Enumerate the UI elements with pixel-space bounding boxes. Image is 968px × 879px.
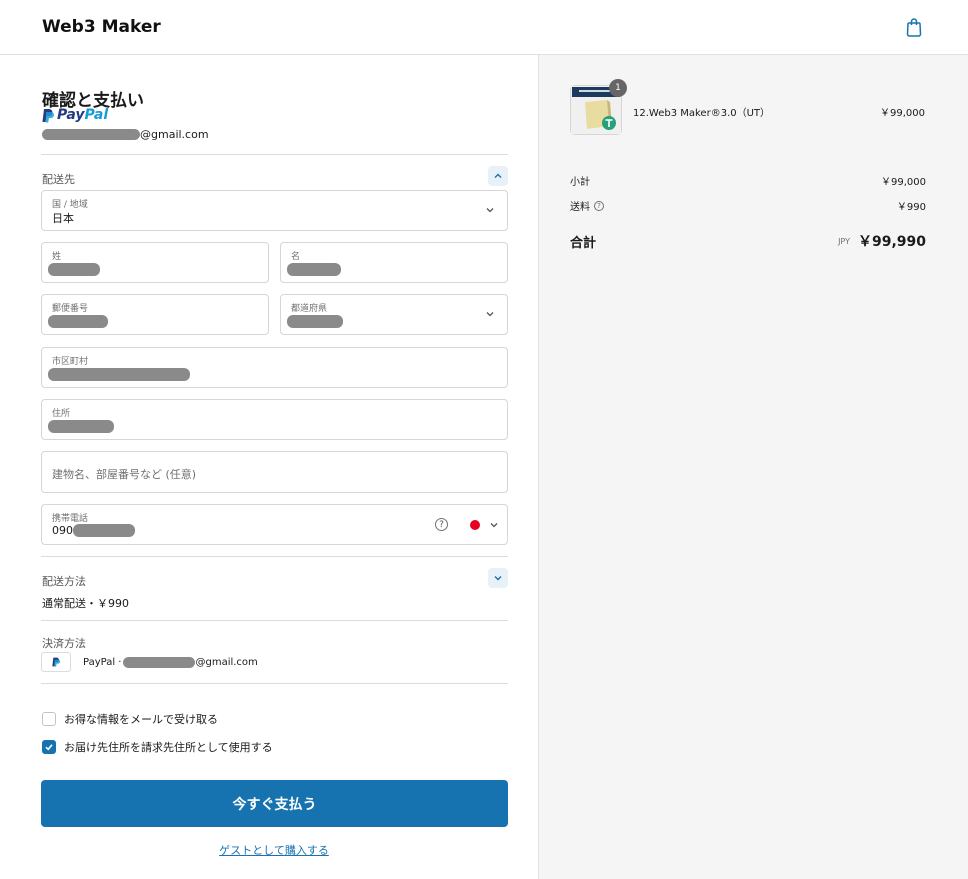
city-field[interactable]: 市区町村 <box>41 347 508 388</box>
shipping-section-label: 配送先 <box>42 173 75 186</box>
last-name-value <box>48 262 100 276</box>
billing-same-label: お届け先住所を請求先住所として使用する <box>64 741 273 754</box>
prefecture-select[interactable]: 都道府県 <box>280 294 508 335</box>
redacted-text <box>72 524 135 537</box>
chevron-down-icon[interactable] <box>489 520 499 530</box>
email-domain: @gmail.com <box>140 128 209 141</box>
delivery-section-label: 配送方法 <box>42 575 86 588</box>
paypal-logo: PayPal <box>42 106 108 124</box>
address-value <box>48 419 114 433</box>
delivery-expand-button[interactable] <box>488 568 508 588</box>
quantity-badge: 1 <box>609 79 627 97</box>
payment-email-domain: @gmail.com <box>195 656 258 668</box>
redacted-text <box>48 368 190 381</box>
order-summary: 1 12.Web3 Maker®3.0（UT） ￥99,000 小計 ￥99,0… <box>538 55 968 879</box>
store-brand[interactable]: Web3 Maker <box>42 17 161 37</box>
payment-section-label: 決済方法 <box>42 637 86 650</box>
city-value <box>48 367 190 381</box>
product-price: ￥99,000 <box>880 108 925 119</box>
billing-same-checkbox[interactable] <box>42 740 56 754</box>
building-field[interactable]: 建物名、部屋番号など (任意) <box>41 451 508 493</box>
header: Web3 Maker <box>0 0 968 55</box>
phone-label: 携帯電話 <box>52 514 89 524</box>
redacted-text <box>48 315 108 328</box>
shopping-bag-icon[interactable] <box>905 17 923 37</box>
prefecture-value <box>287 314 343 328</box>
divider <box>41 683 508 684</box>
shipping-row: 送料 ? ￥990 <box>570 198 926 213</box>
address-field[interactable]: 住所 <box>41 399 508 440</box>
payment-method: PayPal · @gmail.com <box>41 652 258 672</box>
divider <box>41 556 508 557</box>
redacted-text <box>287 263 341 276</box>
country-value: 日本 <box>52 212 74 225</box>
first-name-field[interactable]: 名 <box>280 242 508 283</box>
redacted-text <box>42 129 140 140</box>
payment-method-prefix: PayPal · <box>83 656 122 668</box>
help-icon[interactable]: ? <box>435 518 448 531</box>
shipping-value: ￥990 <box>896 202 926 213</box>
newsletter-option[interactable]: お得な情報をメールで受け取る <box>42 711 218 727</box>
chevron-down-icon <box>486 312 494 317</box>
first-name-label: 名 <box>291 252 301 262</box>
paypal-icon <box>52 657 60 667</box>
divider <box>41 154 508 155</box>
shipping-label: 送料 <box>570 202 590 213</box>
redacted-text <box>123 656 196 668</box>
chevron-up-icon <box>494 173 502 178</box>
divider <box>41 620 508 621</box>
redacted-text <box>48 263 100 276</box>
delivery-method-value: 通常配送・￥990 <box>42 597 129 610</box>
redacted-text <box>287 315 343 328</box>
subtotal-label: 小計 <box>570 177 590 188</box>
total-row: 合計 JPY ￥99,990 <box>570 231 926 251</box>
last-name-field[interactable]: 姓 <box>41 242 269 283</box>
city-label: 市区町村 <box>52 357 89 367</box>
paypal-icon <box>42 108 54 122</box>
phone-value: 090- <box>52 524 135 537</box>
help-icon[interactable]: ? <box>594 200 604 211</box>
chevron-down-icon <box>494 576 502 581</box>
redacted-text <box>48 420 114 433</box>
postal-code-field[interactable]: 郵便番号 <box>41 294 269 335</box>
product-name: 12.Web3 Maker®3.0（UT） <box>633 108 771 119</box>
address-label: 住所 <box>52 409 71 419</box>
guest-checkout-link[interactable]: ゲストとして購入する <box>0 842 548 858</box>
account-email: @gmail.com <box>42 128 209 141</box>
newsletter-checkbox[interactable] <box>42 712 56 726</box>
subtotal-row: 小計 ￥99,000 <box>570 173 926 188</box>
postal-code-label: 郵便番号 <box>52 304 89 314</box>
pay-now-button[interactable]: 今すぐ支払う <box>41 780 508 827</box>
paypal-wordmark-pay: Pay <box>57 107 85 123</box>
subtotal-value: ￥99,000 <box>881 177 926 188</box>
total-label: 合計 <box>570 235 597 251</box>
prefecture-label: 都道府県 <box>291 304 328 314</box>
billing-same-option[interactable]: お届け先住所を請求先住所として使用する <box>42 739 273 755</box>
country-select[interactable]: 国 / 地域 日本 <box>41 190 508 231</box>
checkout-form: 確認と支払い PayPal @gmail.com 配送先 国 / 地域 日本 姓… <box>0 55 538 879</box>
country-label: 国 / 地域 <box>52 200 88 210</box>
shipping-collapse-button[interactable] <box>488 166 508 186</box>
total-amount: ￥99,990 <box>857 234 926 250</box>
newsletter-label: お得な情報をメールで受け取る <box>64 713 218 726</box>
country-flag-japan[interactable] <box>470 520 480 530</box>
checkmark-icon <box>45 744 53 751</box>
last-name-label: 姓 <box>52 252 62 262</box>
phone-field[interactable]: 携帯電話 090- ? <box>41 504 508 545</box>
paypal-wordmark-pal: Pal <box>84 107 109 123</box>
first-name-value <box>287 262 341 276</box>
building-placeholder: 建物名、部屋番号など (任意) <box>52 468 197 481</box>
currency-code: JPY <box>838 236 850 246</box>
paypal-badge <box>41 652 71 672</box>
chevron-down-icon <box>486 208 494 213</box>
postal-code-value <box>48 314 108 328</box>
